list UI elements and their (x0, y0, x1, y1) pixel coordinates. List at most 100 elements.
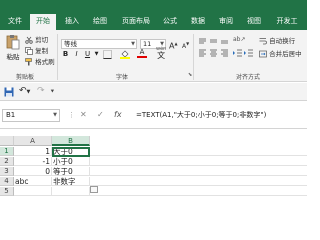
copy-icon (25, 47, 33, 55)
align-top-button[interactable] (198, 37, 230, 47)
ribbon-tab-bar: 文件 开始 插入 绘图 页面布局 公式 数据 审阅 视图 开发工 (0, 0, 307, 30)
font-size-value: 11 (143, 40, 152, 48)
wrap-text-icon (259, 38, 267, 45)
align-top-icon (199, 38, 228, 44)
cell-a3[interactable]: 0 (14, 167, 52, 176)
indent-buttons[interactable] (233, 49, 255, 59)
tab-file[interactable]: 文件 (4, 14, 26, 28)
select-all-corner[interactable] (0, 136, 14, 146)
row-header-3[interactable]: 3 (0, 167, 14, 176)
row-header-4[interactable]: 4 (0, 177, 14, 186)
paste-icon (6, 35, 20, 50)
cell-empty[interactable] (90, 177, 307, 186)
cut-label: 剪切 (35, 36, 49, 44)
save-button[interactable] (4, 87, 14, 99)
font-color-swatch (137, 56, 147, 58)
quick-access-toolbar: ↶▼ ↷ ⯆ (0, 83, 307, 101)
phonetic-button[interactable]: wén 文 (156, 47, 166, 60)
cell-empty[interactable] (90, 157, 307, 166)
tab-developer[interactable]: 开发工 (270, 14, 304, 28)
cell-empty[interactable] (90, 167, 307, 176)
bold-button[interactable]: B (61, 49, 70, 59)
paste-options-icon[interactable] (90, 186, 98, 193)
align-left-button[interactable] (198, 49, 230, 59)
copy-button[interactable]: 复制 (25, 46, 48, 56)
cell-b5[interactable] (52, 187, 90, 196)
underline-button[interactable]: U (83, 49, 92, 59)
alignment-group-label: 对齐方式 (236, 74, 261, 81)
row-header-2[interactable]: 2 (0, 157, 14, 166)
redo-button[interactable]: ↷ (37, 86, 45, 96)
cell-empty[interactable] (90, 147, 307, 156)
align-left-icon (199, 49, 228, 57)
formula-bar: B1 ▼ ⋮ ✕ ✓ fx =TEXT(A1,"大于0;小于0;等于0;非数字"… (0, 103, 307, 129)
worksheet-grid[interactable]: A B 1 2 3 4 5 1 -1 0 abc 大于0 小于0 等于0 非数字 (0, 136, 307, 213)
cell-a1[interactable]: 1 (14, 147, 52, 156)
tab-formulas[interactable]: 公式 (158, 14, 182, 28)
cut-button[interactable]: 剪切 (25, 35, 48, 45)
clipboard-group-label: 剪贴板 (16, 74, 35, 81)
tab-data[interactable]: 数据 (186, 14, 210, 28)
cell-b4[interactable]: 非数字 (52, 177, 90, 186)
font-color-letter: A (139, 48, 145, 56)
tab-review[interactable]: 审阅 (214, 14, 238, 28)
format-painter-button[interactable]: 格式刷 (25, 57, 55, 67)
chevron-down-icon: ▼ (131, 41, 135, 47)
phonetic-glyph: 文 (157, 51, 166, 60)
font-dialog-launcher-icon[interactable]: ⬊ (188, 72, 192, 78)
scissors-icon (25, 36, 33, 44)
cell-empty[interactable] (90, 187, 307, 196)
underline-dropdown-icon[interactable]: ▼ (92, 49, 101, 59)
indent-icon (233, 49, 253, 57)
tab-view[interactable]: 视图 (242, 14, 266, 28)
borders-icon (103, 50, 112, 59)
customize-qat-icon[interactable]: ⯆ (50, 88, 55, 96)
cell-a5[interactable] (14, 187, 52, 196)
copy-label: 复制 (35, 47, 49, 55)
merge-center-button[interactable]: 合并后居中 (259, 49, 302, 59)
tab-draw[interactable]: 绘图 (88, 14, 112, 28)
format-painter-icon (25, 58, 32, 66)
tab-insert[interactable]: 插入 (60, 14, 84, 28)
format-painter-label: 格式刷 (35, 58, 55, 66)
shrink-font-button[interactable]: A▼ (182, 39, 189, 50)
wrap-text-button[interactable]: 自动换行 (259, 36, 295, 46)
formula-input[interactable]: =TEXT(A1,"大于0;小于0;等于0;非数字") (136, 109, 266, 121)
font-color-button[interactable]: A (137, 48, 147, 58)
wrap-text-label: 自动换行 (269, 37, 296, 45)
row-header-5[interactable]: 5 (0, 187, 14, 196)
chevron-down-icon: ▼ (26, 89, 31, 95)
undo-button[interactable]: ↶▼ (19, 86, 30, 96)
italic-button[interactable]: I (72, 49, 81, 59)
undo-icon: ↶ (19, 86, 27, 96)
cell-b2[interactable]: 小于0 (52, 157, 90, 166)
column-header-b[interactable]: B (52, 136, 90, 146)
font-name-value: 等线 (64, 40, 77, 48)
insert-function-button[interactable]: fx (114, 110, 122, 119)
cell-a2[interactable]: -1 (14, 157, 52, 166)
ribbon: 粘贴 剪切 复制 格式刷 剪贴板 等线 ▼ 11 ▼ A▲ A▼ B I U ▼… (0, 30, 307, 82)
row-header-1[interactable]: 1 (0, 147, 14, 156)
tab-page-layout[interactable]: 页面布局 (116, 14, 156, 28)
font-name-select[interactable]: 等线 ▼ (61, 39, 137, 49)
paste-label: 粘贴 (6, 53, 20, 61)
column-header-a[interactable]: A (14, 136, 52, 146)
ribbon-divider (193, 34, 194, 80)
cancel-icon[interactable]: ✕ (80, 110, 87, 119)
cell-a4[interactable]: abc (14, 177, 52, 186)
fill-color-button[interactable] (120, 49, 130, 61)
grow-font-button[interactable]: A▲ (169, 39, 178, 51)
fill-bucket-icon (120, 50, 130, 59)
name-box-value: B1 (6, 111, 16, 119)
ribbon-divider (57, 34, 58, 80)
paste-button[interactable]: 粘贴 (3, 34, 23, 64)
formula-bar-grip-icon: ⋮ (68, 111, 75, 119)
enter-icon[interactable]: ✓ (97, 110, 104, 119)
cell-b3[interactable]: 等于0 (52, 167, 90, 176)
orientation-button[interactable]: ab↗ (233, 36, 246, 43)
merge-center-label: 合并后居中 (269, 50, 302, 58)
active-cell-selection (52, 147, 90, 157)
borders-button[interactable] (103, 50, 113, 61)
tab-home[interactable]: 开始 (30, 14, 56, 30)
name-box[interactable]: B1 ▼ (2, 109, 60, 122)
